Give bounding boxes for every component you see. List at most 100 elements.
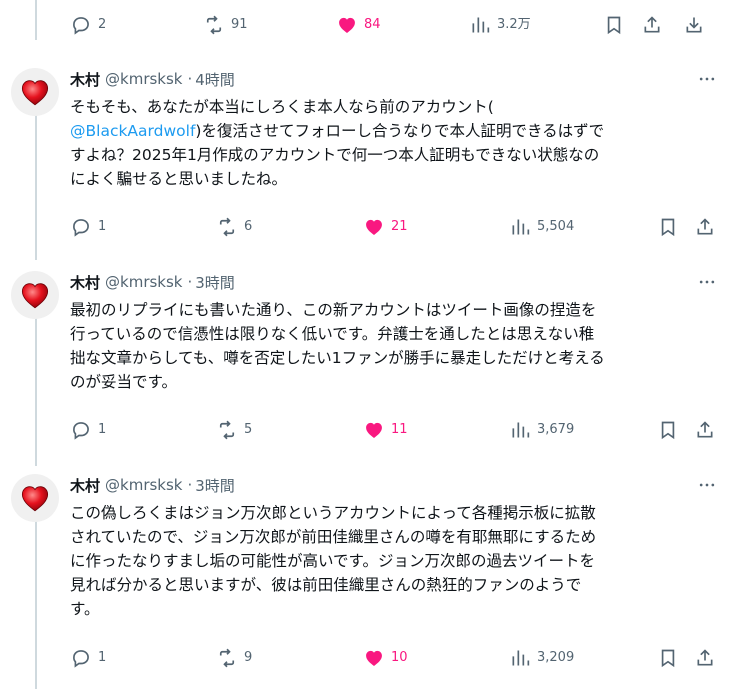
mention-link[interactable]: @BlackAardwolf [70,122,195,140]
share-icon [644,16,660,33]
like-count: 21 [391,219,408,234]
share-button[interactable] [695,643,715,673]
heart-avatar [21,486,49,512]
download-button[interactable] [684,10,704,40]
separator-dot: · [187,476,193,494]
more-icon [699,483,715,487]
like-button[interactable]: 84 [337,10,381,40]
views-icon [512,219,530,235]
reply-icon [73,422,89,440]
retweet-button[interactable]: 5 [217,415,252,445]
tweet-header: 木村 @kmrsksk · 3時間 [70,271,235,293]
retweet-count: 91 [231,17,248,32]
tweet-text-line: 拙な文章からしても、噂を否定したい1ファンが勝手に暴走しただけと考える [70,349,605,367]
avatar[interactable] [11,271,59,319]
tweet-text: この偽しろくまはジョン万次郎というアカウントによって各種掲示板に拡散 されていた… [70,501,720,621]
views-icon [472,17,490,33]
handle[interactable]: @kmrsksk [105,476,182,494]
separator-dot: · [187,70,193,88]
like-button[interactable]: 10 [364,643,408,673]
bookmark-button[interactable] [658,643,678,673]
tweet-text-line: に作ったなりすまし垢の可能性が高いです。ジョン万次郎の過去ツイートを [70,552,595,570]
tweet-text-fragment: )を復活させてフォローし合うなりで本人証明できるはずで [195,122,605,140]
like-count: 11 [391,422,408,437]
bookmark-icon [661,649,675,668]
views-button[interactable]: 3.2万 [470,10,531,40]
views-icon [512,650,530,666]
tweet-text: そもそも、あなたが本当にしろくま本人なら前のアカウント( @BlackAardw… [70,95,720,191]
previous-tweet-actions: 2 91 84 3.2万 [0,10,737,40]
reply-button[interactable]: 1 [71,415,106,445]
retweet-icon [206,15,222,35]
share-button[interactable] [642,10,662,40]
more-button[interactable] [697,68,717,90]
avatar[interactable] [11,474,59,522]
like-icon [339,17,355,33]
avatar[interactable] [11,68,59,116]
bookmark-button[interactable] [604,10,624,40]
reply-button[interactable]: 1 [71,212,106,242]
share-button[interactable] [695,415,715,445]
retweet-button[interactable]: 6 [217,212,252,242]
reply-icon [73,650,89,668]
heart-avatar [21,80,49,106]
bookmark-button[interactable] [658,415,678,445]
like-icon [366,219,382,235]
like-icon [366,422,382,438]
share-icon [697,218,713,235]
heart-avatar [21,283,49,309]
bookmark-icon [661,218,675,237]
more-button[interactable] [697,271,717,293]
share-button[interactable] [695,212,715,242]
tweet-actions: 1 9 10 3,209 [0,643,737,673]
tweet-text-line: す。 [70,600,100,618]
retweet-count: 9 [244,650,253,665]
bookmark-icon [607,16,621,35]
reply-icon [73,17,89,35]
reply-count: 1 [98,422,107,437]
display-name[interactable]: 木村 [70,475,100,496]
like-button[interactable]: 11 [364,415,408,445]
views-count: 3,679 [537,422,575,437]
separator-dot: · [187,273,193,291]
reply-count: 1 [98,219,107,234]
tweet-actions: 1 6 21 5,504 [0,212,737,242]
views-icon [512,422,530,438]
handle[interactable]: @kmrsksk [105,273,182,291]
tweet-text-line: されていたので、ジョン万次郎が前田佳織里さんの噂を有耶無耶にするため [70,528,597,546]
retweet-icon [219,217,235,237]
bookmark-button[interactable] [658,212,678,242]
retweet-icon [219,420,235,440]
like-icon [366,650,382,666]
more-icon [699,280,715,284]
handle[interactable]: @kmrsksk [105,70,182,88]
tweet-header: 木村 @kmrsksk · 3時間 [70,474,235,496]
retweet-button[interactable]: 9 [217,643,252,673]
views-button[interactable]: 5,504 [510,212,574,242]
tweet-text-line: この偽しろくまはジョン万次郎というアカウントによって各種掲示板に拡散 [70,504,596,522]
display-name[interactable]: 木村 [70,272,100,293]
views-button[interactable]: 3,679 [510,415,574,445]
tweet-text-line: @BlackAardwolf)を復活させてフォローし合うなりで本人証明できるはず… [70,119,720,143]
views-button[interactable]: 3,209 [510,643,574,673]
reply-button[interactable]: 2 [71,10,106,40]
reply-button[interactable]: 1 [71,643,106,673]
like-count: 84 [364,17,381,32]
retweet-button[interactable]: 91 [204,10,248,40]
like-button[interactable]: 21 [364,212,408,242]
timestamp[interactable]: 4時間 [195,69,235,90]
tweet-header: 木村 @kmrsksk · 4時間 [70,68,235,90]
timestamp[interactable]: 3時間 [195,475,235,496]
download-icon [686,17,702,33]
display-name[interactable]: 木村 [70,69,100,90]
tweet-text-line: すよね？2025年1月作成のアカウントで何一つ本人証明もできない状態なの [70,146,600,164]
tweet-text-line: 行っているので信憑性は限りなく低いです。弁護士を通したとは思えない稚 [70,325,595,343]
more-icon [699,77,715,81]
more-button[interactable] [697,474,717,496]
bookmark-icon [661,421,675,440]
share-icon [697,421,713,438]
tweet-text: 最初のリプライにも書いた通り、この新アカウントはツイート画像の捏造を 行っている… [70,298,720,394]
timestamp[interactable]: 3時間 [195,272,235,293]
reply-icon [73,219,89,237]
views-count: 3,209 [537,650,575,665]
